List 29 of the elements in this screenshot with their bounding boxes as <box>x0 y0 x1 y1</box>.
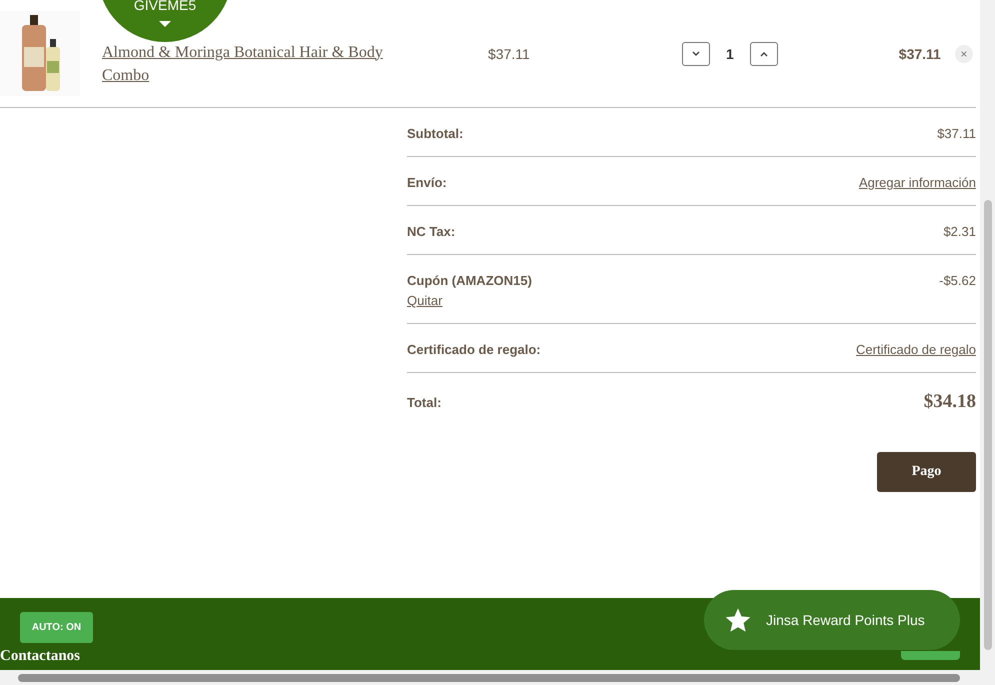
chevron-down-icon <box>691 50 701 56</box>
summary-label: Cupón (AMAZON15) <box>407 273 532 288</box>
horizontal-scrollbar[interactable] <box>0 670 980 685</box>
summary-label: NC Tax: <box>407 224 456 239</box>
rewards-button[interactable]: Jinsa Reward Points Plus <box>704 590 960 650</box>
summary-label: Subtotal: <box>407 126 464 141</box>
product-title-link[interactable]: Almond & Moringa Botanical Hair & Body Combo <box>102 40 422 86</box>
total-value: $34.18 <box>924 391 976 413</box>
summary-value: $2.31 <box>943 224 976 239</box>
decrease-button[interactable] <box>682 42 710 66</box>
increase-button[interactable] <box>750 42 778 66</box>
unit-price: $37.11 <box>488 46 531 62</box>
caret-icon <box>159 21 171 28</box>
vertical-scrollbar[interactable] <box>980 0 995 670</box>
summary-label: Certificado de regalo: <box>407 342 541 357</box>
remove-coupon-link[interactable]: Quitar <box>407 293 532 308</box>
quantity-value: 1 <box>726 46 734 62</box>
checkout-button[interactable]: Pago <box>877 452 976 492</box>
remove-button[interactable]: × <box>954 44 973 62</box>
summary-label: Total: <box>407 394 442 410</box>
line-total: $37.11 <box>898 46 941 62</box>
summary-value: -$5.62 <box>939 273 976 288</box>
star-icon <box>724 606 752 634</box>
footer-heading: Contactanos <box>0 648 80 665</box>
summary-link[interactable]: Certificado de regalo <box>856 342 976 357</box>
summary-link[interactable]: Agregar información <box>858 175 976 190</box>
summary-value: $37.11 <box>937 126 976 141</box>
summary-label: Envío: <box>407 175 447 190</box>
chevron-up-icon <box>758 50 769 56</box>
